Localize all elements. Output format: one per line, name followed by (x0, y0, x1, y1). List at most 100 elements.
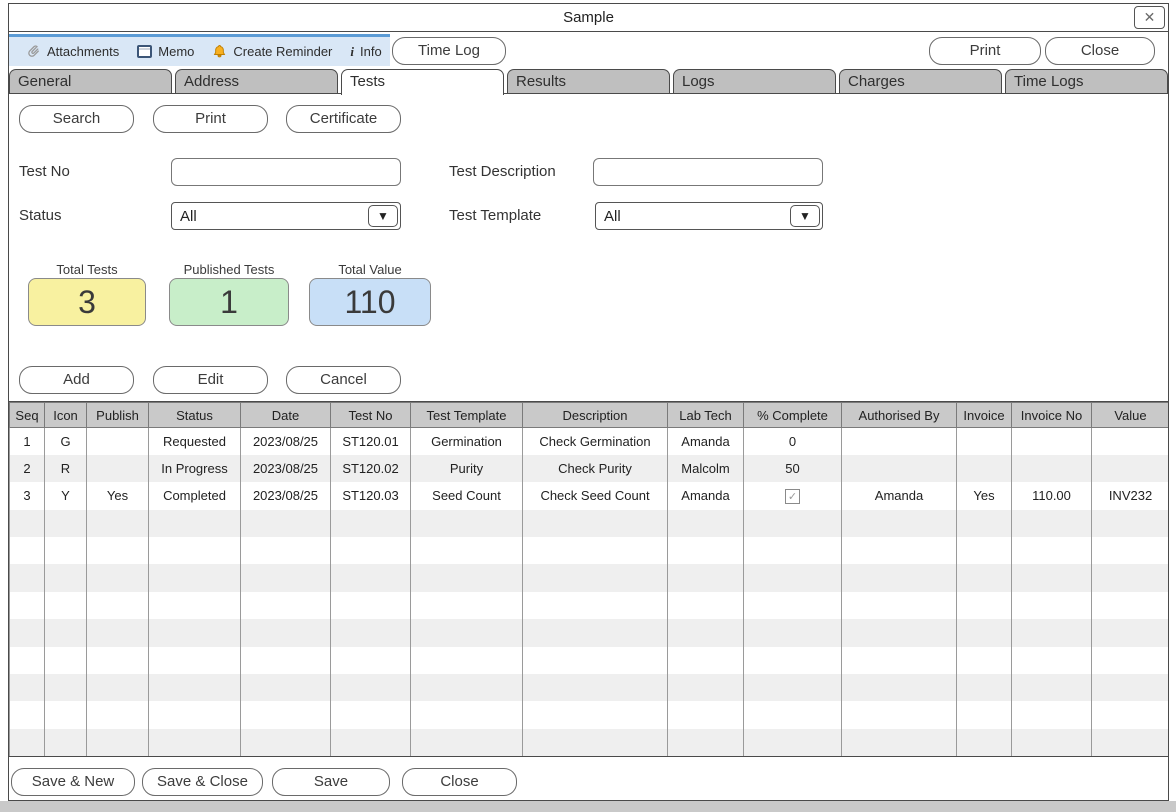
table-cell (842, 729, 957, 756)
attachments-label: Attachments (47, 44, 119, 59)
tab-charges[interactable]: Charges (839, 69, 1002, 93)
table-cell (1012, 510, 1092, 537)
table-row-empty[interactable] (10, 729, 1169, 756)
table-cell (87, 592, 149, 619)
table-cell (842, 510, 957, 537)
column-header[interactable]: Status (149, 403, 241, 428)
table-cell (331, 729, 411, 756)
save-and-close-button[interactable]: Save & Close (142, 768, 263, 796)
close-button[interactable]: Close (402, 768, 517, 796)
table-cell (45, 729, 87, 756)
test-template-dropdown-button[interactable]: ▼ (790, 205, 820, 227)
edit-button[interactable]: Edit (153, 366, 268, 394)
close-top-button[interactable]: Close (1045, 37, 1155, 65)
table-row-empty[interactable] (10, 537, 1169, 564)
column-header[interactable]: Test Template (411, 403, 523, 428)
tab-results[interactable]: Results (507, 69, 670, 93)
table-cell: G (45, 428, 87, 455)
table-cell (957, 510, 1012, 537)
table-cell (149, 592, 241, 619)
tab-logs[interactable]: Logs (673, 69, 836, 93)
table-cell (149, 647, 241, 674)
table-cell (842, 701, 957, 728)
column-header[interactable]: Icon (45, 403, 87, 428)
table-cell: Germination (411, 428, 523, 455)
table-row[interactable]: 2RIn Progress2023/08/25ST120.02PurityChe… (10, 455, 1169, 482)
cancel-button[interactable]: Cancel (286, 366, 401, 394)
column-header[interactable]: Lab Tech (668, 403, 744, 428)
table-cell (1092, 619, 1169, 646)
table-cell (87, 701, 149, 728)
table-cell (842, 674, 957, 701)
table-cell (1012, 701, 1092, 728)
table-header-row: SeqIconPublishStatusDateTest NoTest Temp… (10, 403, 1169, 428)
column-header[interactable]: Publish (87, 403, 149, 428)
table-row-empty[interactable] (10, 592, 1169, 619)
table-row-empty[interactable] (10, 701, 1169, 728)
column-header[interactable]: Invoice No (1012, 403, 1092, 428)
table-cell (411, 510, 523, 537)
test-description-input[interactable] (593, 158, 823, 186)
status-dropdown[interactable]: All ▼ (171, 202, 401, 230)
table-cell: Y (45, 482, 87, 509)
tab-time-logs[interactable]: Time Logs (1005, 69, 1168, 93)
table-row-empty[interactable] (10, 647, 1169, 674)
window-close-button[interactable]: ✕ (1134, 6, 1165, 29)
tab-bar: General Address Tests Results Logs Charg… (9, 67, 1168, 94)
print-button[interactable]: Print (153, 105, 268, 133)
table-cell (957, 701, 1012, 728)
attachments-button[interactable]: Attachments (17, 41, 128, 63)
column-header[interactable]: Test No (331, 403, 411, 428)
column-header[interactable]: Value (1092, 403, 1169, 428)
table-cell (10, 537, 45, 564)
test-template-dropdown[interactable]: All ▼ (595, 202, 823, 230)
search-button[interactable]: Search (19, 105, 134, 133)
table-row-empty[interactable] (10, 564, 1169, 591)
table-cell (1092, 564, 1169, 591)
table-cell: 2023/08/25 (241, 428, 331, 455)
memo-button[interactable]: Memo (128, 41, 203, 63)
save-button[interactable]: Save (272, 768, 390, 796)
table-row-empty[interactable] (10, 619, 1169, 646)
test-no-input[interactable] (171, 158, 401, 186)
table-cell (744, 564, 842, 591)
table-cell: Malcolm (668, 455, 744, 482)
table-row-empty[interactable] (10, 510, 1169, 537)
tab-general[interactable]: General (9, 69, 172, 93)
table-cell: Yes (87, 482, 149, 509)
time-log-button[interactable]: Time Log (392, 37, 506, 65)
add-button[interactable]: Add (19, 366, 134, 394)
complete-checkbox[interactable]: ✓ (785, 489, 800, 504)
table-row-empty[interactable] (10, 674, 1169, 701)
table-cell (1012, 564, 1092, 591)
info-button[interactable]: i Info (341, 41, 390, 63)
test-no-label: Test No (19, 163, 70, 180)
save-and-new-button[interactable]: Save & New (11, 768, 135, 796)
column-header[interactable]: Seq (10, 403, 45, 428)
status-dropdown-button[interactable]: ▼ (368, 205, 398, 227)
table-cell (45, 510, 87, 537)
table-cell: Completed (149, 482, 241, 509)
table-cell (523, 592, 668, 619)
table-cell (149, 674, 241, 701)
table-row[interactable]: 1GRequested2023/08/25ST120.01Germination… (10, 428, 1169, 455)
table-cell (1092, 701, 1169, 728)
tab-tests[interactable]: Tests (341, 69, 504, 95)
table-cell (842, 592, 957, 619)
table-cell (957, 647, 1012, 674)
table-cell (149, 729, 241, 756)
create-reminder-button[interactable]: Create Reminder (203, 41, 341, 63)
column-header[interactable]: Authorised By (842, 403, 957, 428)
certificate-button[interactable]: Certificate (286, 105, 401, 133)
table-cell (411, 701, 523, 728)
column-header[interactable]: Invoice (957, 403, 1012, 428)
toolbar-blue-section: Attachments Memo Create Reminder (9, 34, 390, 66)
table-row[interactable]: 3YYesCompleted2023/08/25ST120.03Seed Cou… (10, 482, 1169, 509)
print-top-button[interactable]: Print (929, 37, 1041, 65)
column-header[interactable]: Date (241, 403, 331, 428)
status-value: All (180, 208, 197, 225)
table-cell (1012, 674, 1092, 701)
tab-address[interactable]: Address (175, 69, 338, 93)
column-header[interactable]: % Complete (744, 403, 842, 428)
column-header[interactable]: Description (523, 403, 668, 428)
